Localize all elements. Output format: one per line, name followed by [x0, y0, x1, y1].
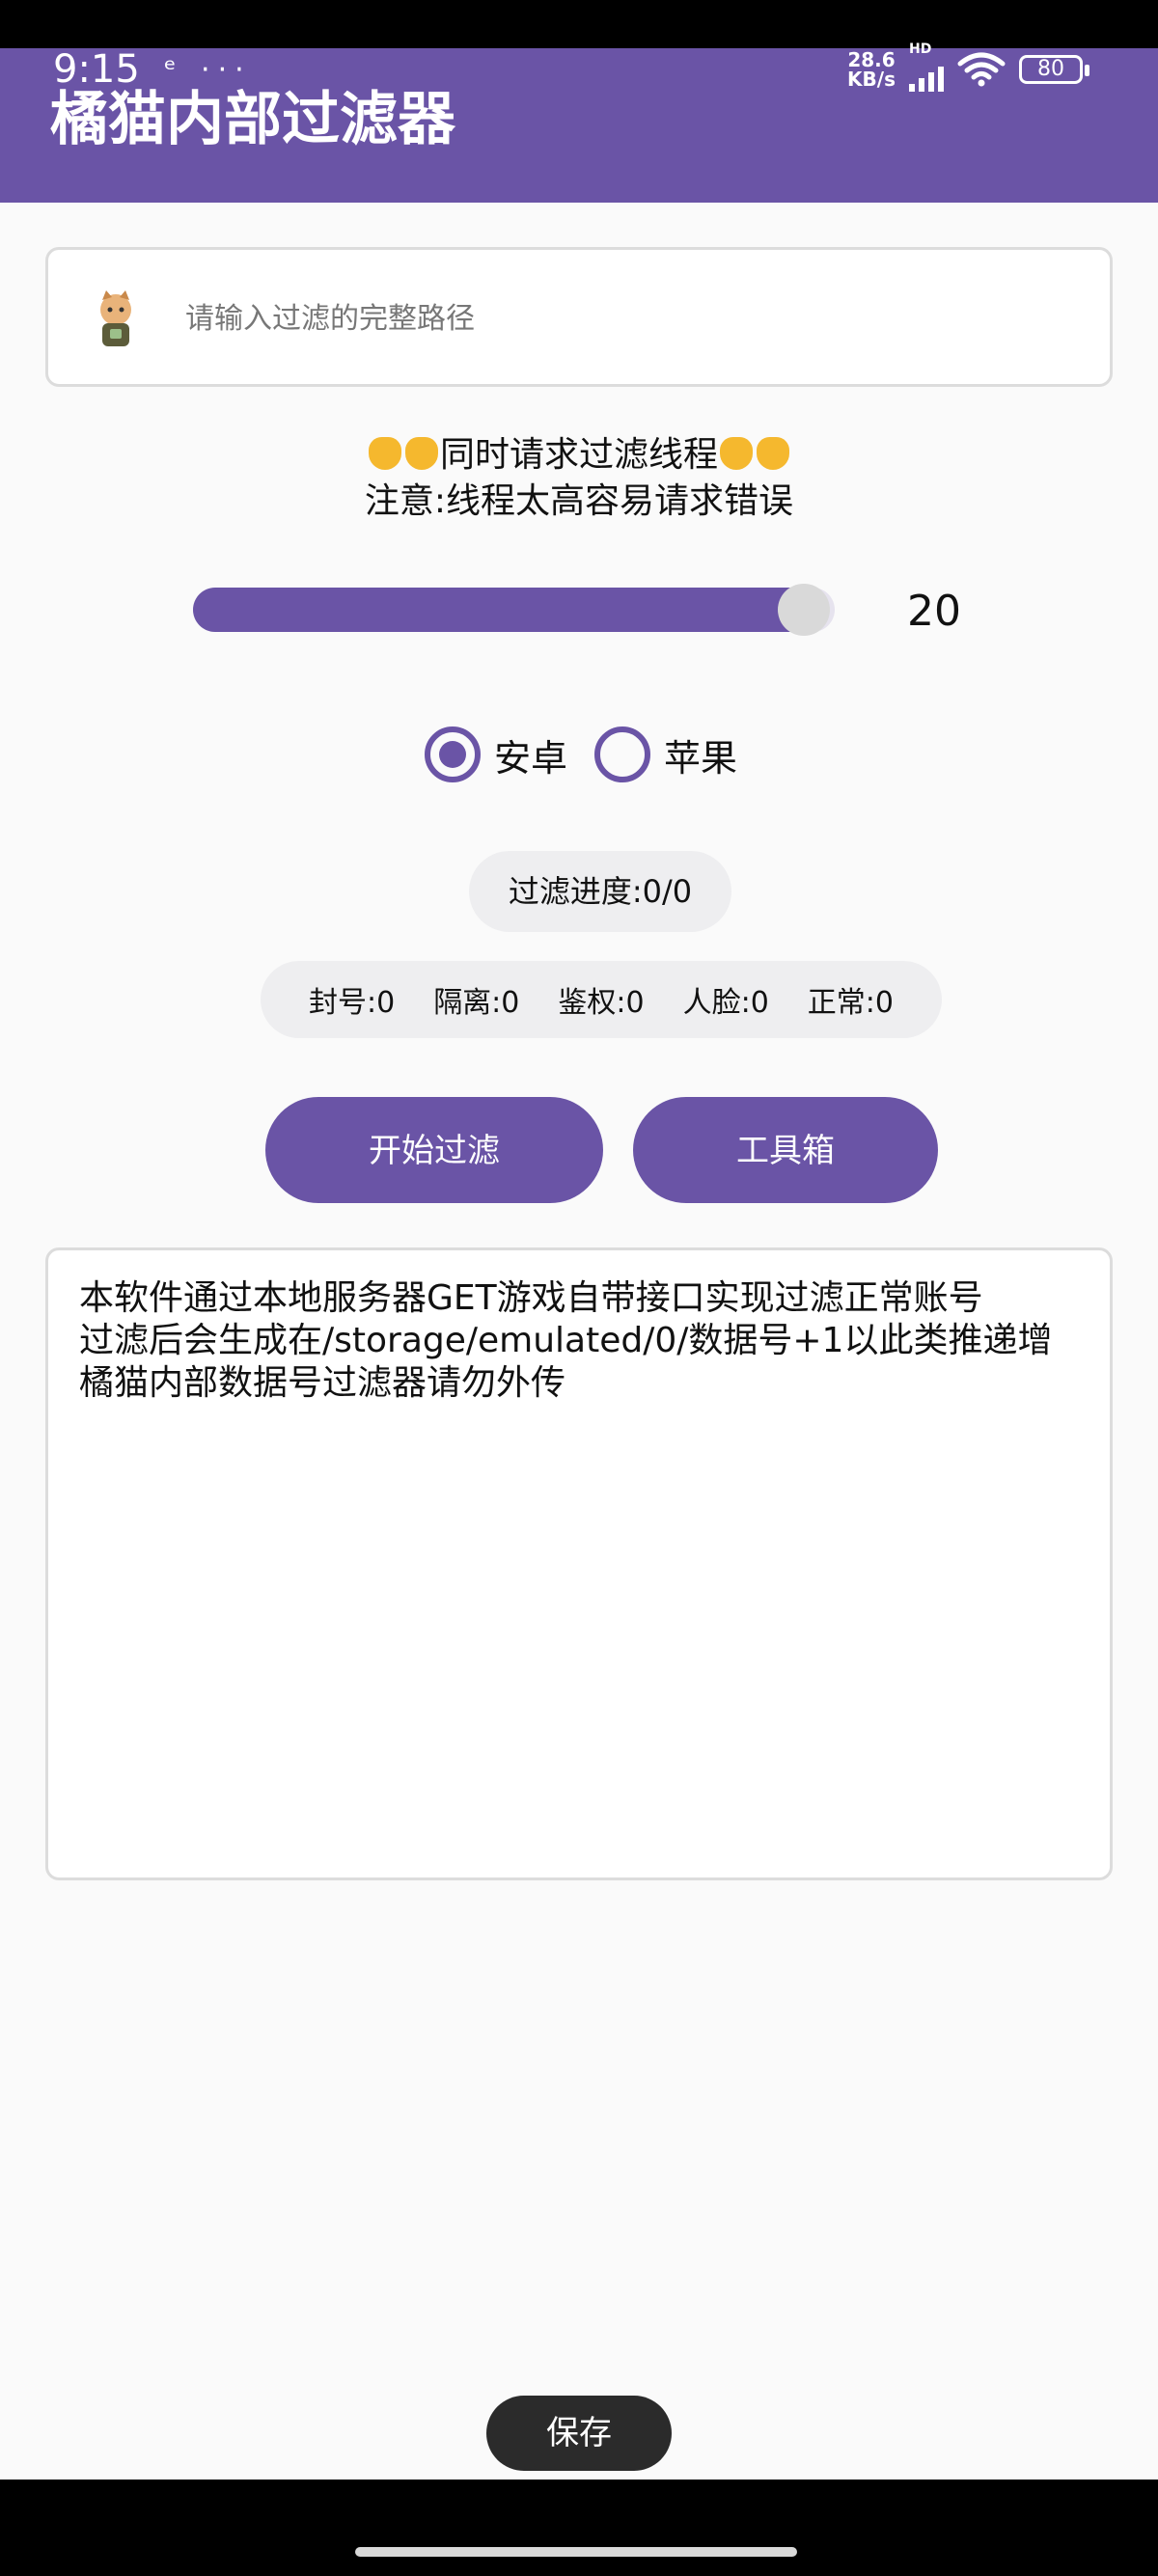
wifi-icon: [957, 52, 1006, 87]
slider-fill: [193, 588, 804, 632]
path-input-card[interactable]: [45, 247, 1113, 387]
stat-face: 人脸:0: [682, 986, 769, 1020]
pointing-down-icon: [368, 437, 401, 470]
notice-heading: 同时请求过滤线程: [0, 432, 1158, 479]
stat-banned: 封号:0: [308, 986, 396, 1020]
log-line: 本软件通过本地服务器GET游戏自带接口实现过滤正常账号: [79, 1278, 983, 1318]
thread-notice: 同时请求过滤线程 注意:线程太高容易请求错误: [0, 432, 1158, 525]
network-speed-unit: KB/s: [847, 68, 896, 91]
slider-thumb[interactable]: [778, 584, 830, 636]
stat-isolated: 隔离:0: [433, 986, 520, 1020]
log-line: 过滤后会生成在/storage/emulated/0/数据号+1以此类推递增: [79, 1321, 1053, 1360]
toolbox-button[interactable]: 工具箱: [633, 1097, 938, 1203]
log-line: 橘猫内部数据号过滤器请勿外传: [79, 1363, 566, 1403]
network-speed: 28.6 KB/s: [847, 50, 896, 89]
network-type: HD: [909, 41, 932, 57]
stats-bar: 封号:0 隔离:0 鉴权:0 人脸:0 正常:0: [261, 961, 942, 1038]
pointing-down-icon: [720, 437, 753, 470]
path-input[interactable]: [183, 287, 1056, 350]
status-indicators: 28.6 KB/s HD 80: [847, 41, 1089, 92]
radio-apple-label[interactable]: 苹果: [664, 728, 737, 781]
platform-radio-group: 安卓 苹果: [425, 726, 751, 782]
app-title: 橘猫内部过滤器: [50, 86, 455, 153]
radio-android[interactable]: [425, 726, 481, 782]
log-textarea[interactable]: 本软件通过本地服务器GET游戏自带接口实现过滤正常账号 过滤后会生成在/stor…: [45, 1247, 1113, 1880]
status-bar-background: [0, 0, 1158, 48]
pointing-down-icon: [404, 437, 438, 470]
filter-progress: 过滤进度:0/0: [469, 851, 731, 932]
thread-slider[interactable]: [193, 584, 835, 636]
pointing-down-icon: [757, 437, 789, 470]
signal-icon: HD: [909, 41, 944, 92]
radio-android-label[interactable]: 安卓: [494, 728, 567, 781]
stat-auth: 鉴权:0: [558, 986, 645, 1020]
radio-apple[interactable]: [594, 726, 651, 782]
network-speed-value: 28.6: [847, 48, 896, 71]
battery-icon: 80: [1019, 55, 1089, 84]
home-gesture-handle[interactable]: [355, 2547, 797, 2557]
notice-line-1: 同时请求过滤线程: [439, 435, 718, 475]
notification-icons: ᵉ ···: [164, 53, 252, 87]
slider-value: 20: [907, 587, 961, 636]
save-toast: 保存: [486, 2396, 672, 2471]
navigation-bar: [0, 2480, 1158, 2576]
cat-avatar-icon: [100, 290, 131, 346]
stat-normal: 正常:0: [807, 986, 894, 1020]
start-filter-button[interactable]: 开始过滤: [265, 1097, 603, 1203]
notice-line-2: 注意:线程太高容易请求错误: [364, 481, 794, 521]
